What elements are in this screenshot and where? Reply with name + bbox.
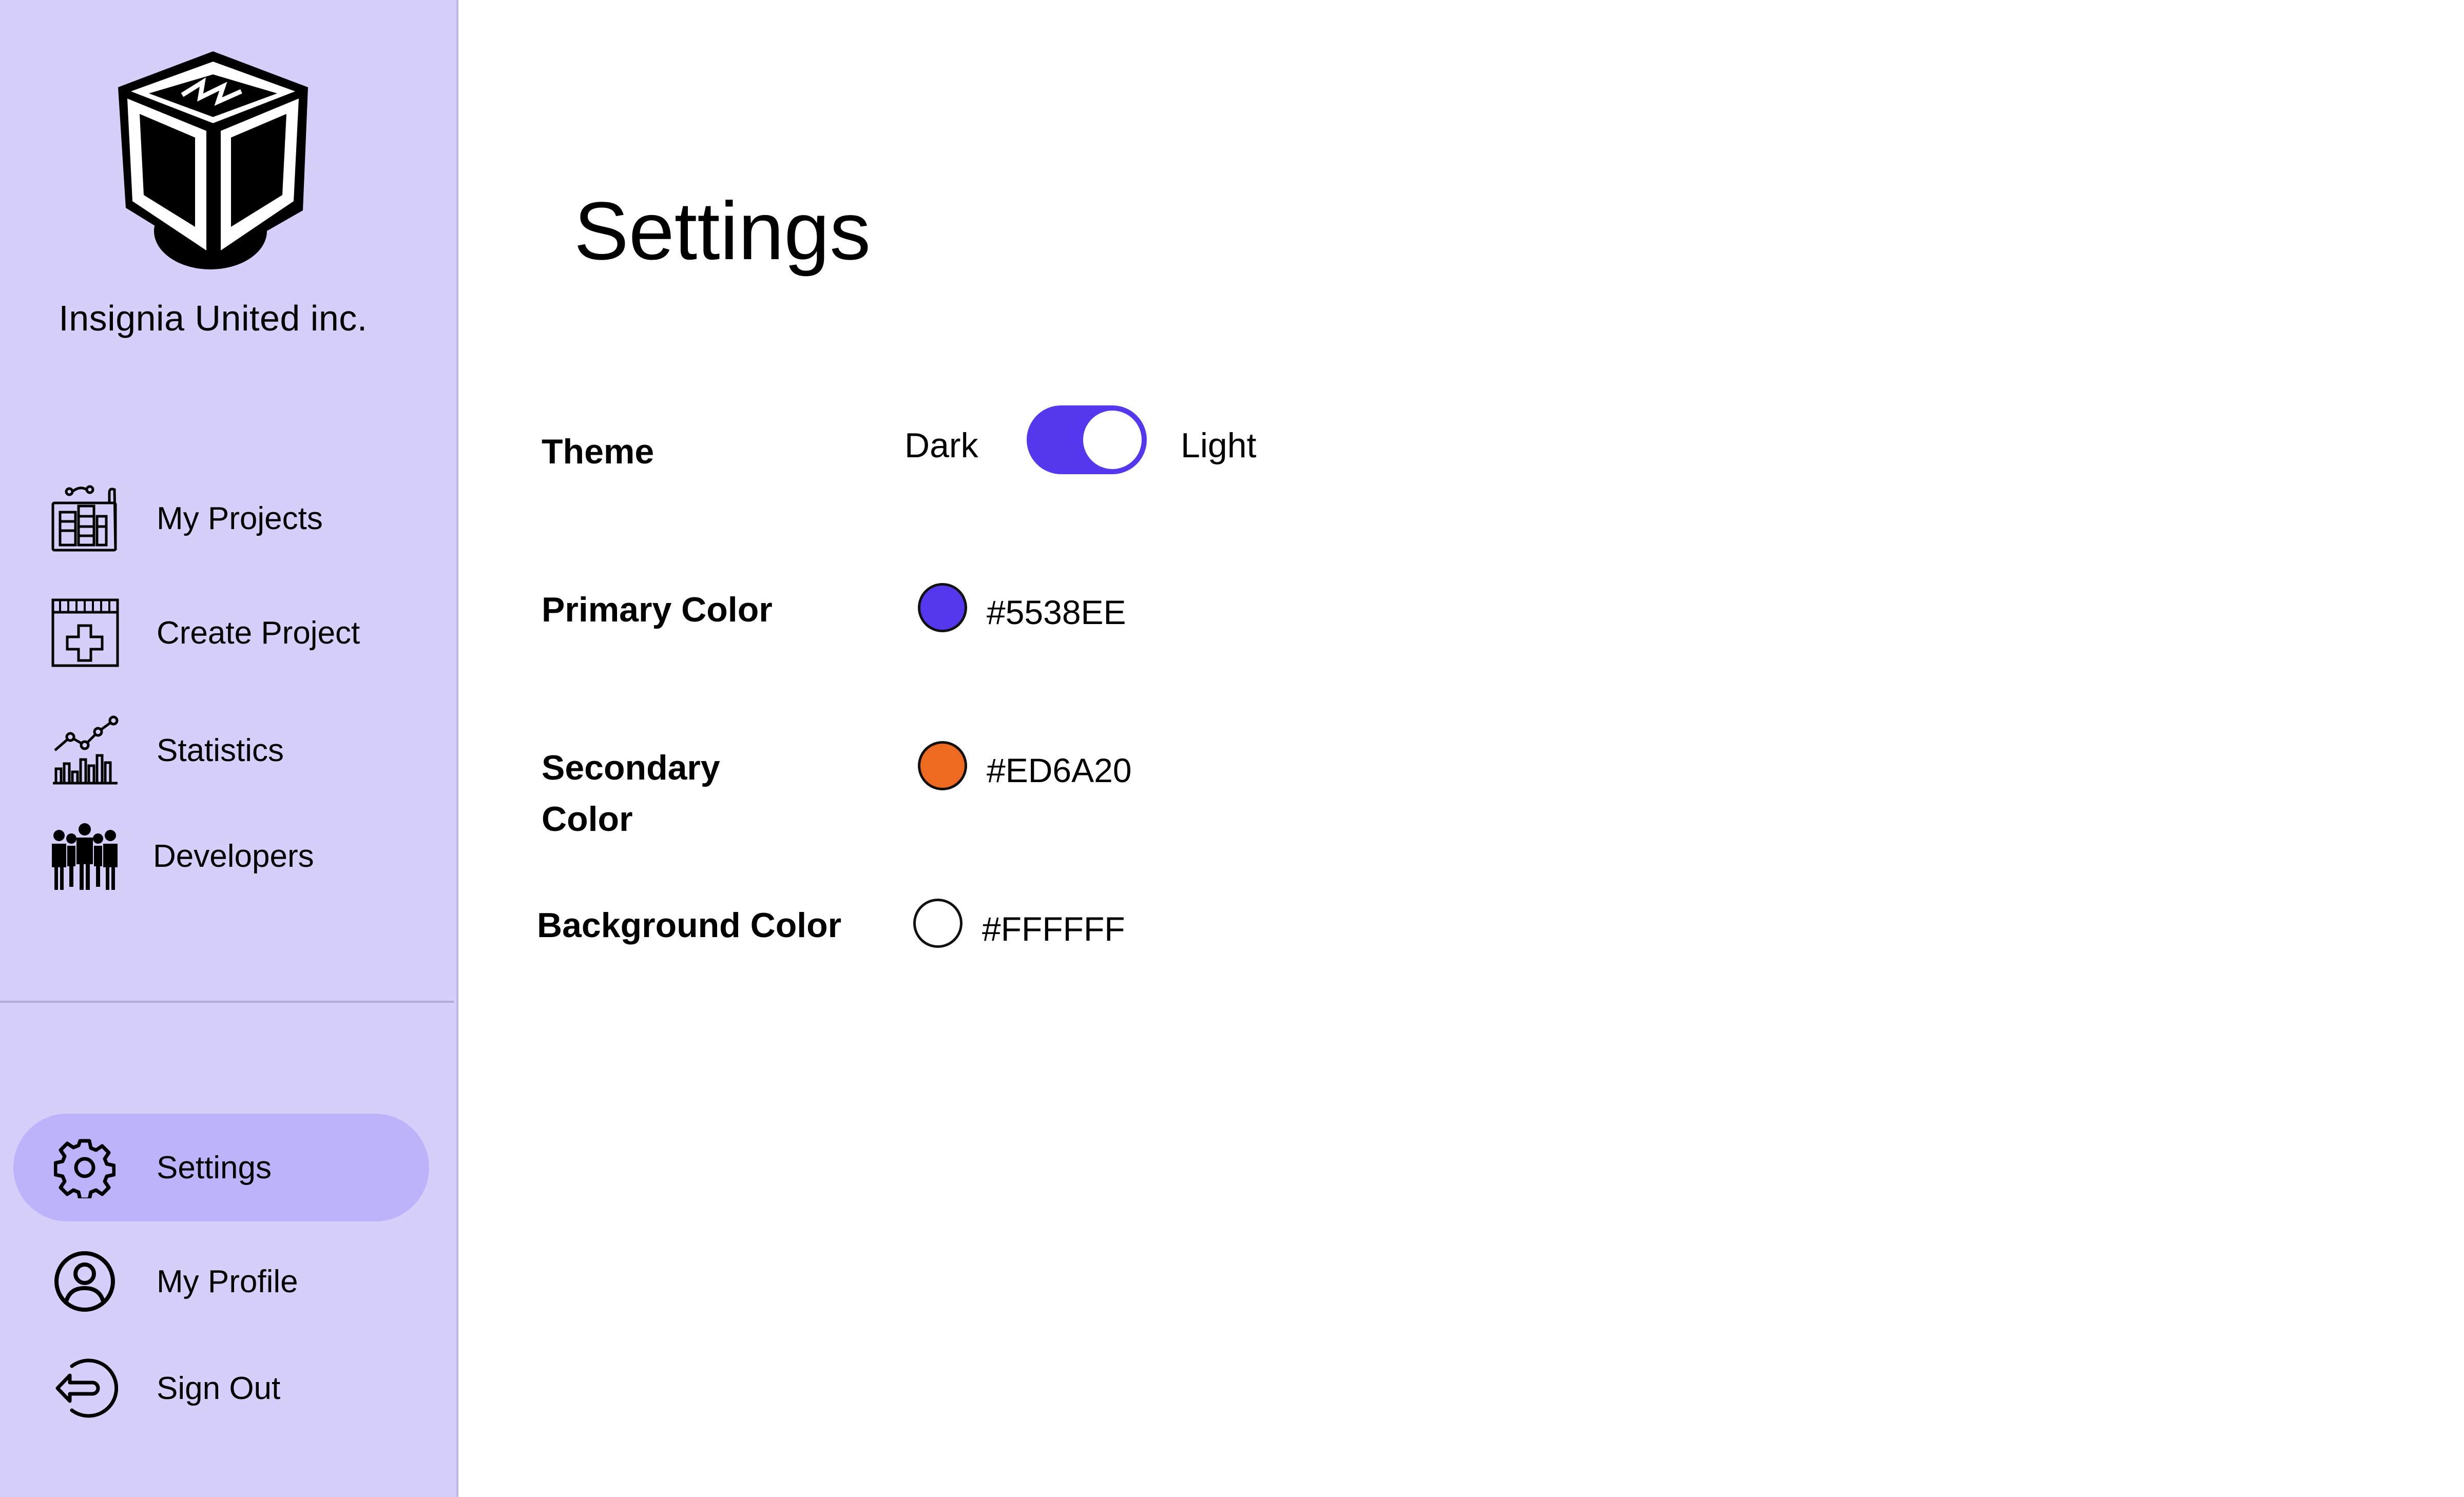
sidebar: Insignia United inc. My Projects Create … [0, 0, 458, 1497]
company-logo [118, 51, 308, 269]
sign-out-icon [46, 1350, 123, 1427]
secondary-color-label-line1: Secondary [542, 748, 720, 787]
primary-color-value: #5538EE [987, 593, 1126, 631]
sidebar-item-my-profile[interactable]: My Profile [46, 1243, 436, 1320]
theme-dark-label: Dark [904, 426, 978, 465]
background-color-label: Background Color [537, 906, 842, 945]
theme-light-label: Light [1181, 426, 1257, 465]
theme-toggle[interactable] [1027, 405, 1147, 474]
sidebar-item-statistics[interactable]: Statistics [46, 712, 436, 789]
sidebar-item-developers[interactable]: Developers [46, 818, 436, 895]
primary-color-swatch[interactable] [918, 583, 967, 632]
company-name: Insignia United inc. [59, 298, 368, 338]
sidebar-item-create-project[interactable]: Create Project [46, 594, 436, 671]
page-title: Settings [574, 185, 871, 277]
sidebar-item-label: My Projects [157, 500, 323, 536]
secondary-color-swatch[interactable] [918, 741, 967, 790]
line-chart-icon [46, 712, 123, 789]
secondary-color-label-line2: Color [542, 800, 633, 839]
sidebar-divider [0, 1001, 454, 1003]
team-people-icon [46, 818, 123, 895]
sidebar-item-label: Sign Out [157, 1370, 281, 1406]
user-circle-icon [46, 1243, 123, 1320]
background-color-value: #FFFFFF [982, 910, 1125, 948]
app-root: Insignia United inc. My Projects Create … [0, 0, 2464, 1497]
sidebar-item-my-projects[interactable]: My Projects [46, 480, 436, 557]
sidebar-item-label: Settings [157, 1150, 272, 1185]
theme-label: Theme [542, 432, 654, 471]
gear-icon [46, 1129, 123, 1206]
calendar-plus-icon [46, 594, 123, 671]
sidebar-item-label: Create Project [157, 615, 360, 651]
sidebar-item-label: My Profile [157, 1263, 298, 1299]
sidebar-item-label: Statistics [157, 732, 284, 768]
toggle-knob [1083, 411, 1142, 469]
sidebar-item-label: Developers [153, 838, 314, 874]
primary-color-label: Primary Color [542, 590, 773, 629]
secondary-color-value: #ED6A20 [987, 751, 1132, 789]
background-color-swatch[interactable] [913, 899, 962, 948]
blueprint-building-icon [46, 480, 123, 557]
secondary-color-label: Secondary Color [542, 742, 720, 845]
sidebar-item-settings[interactable]: Settings [46, 1129, 436, 1206]
sidebar-item-sign-out[interactable]: Sign Out [46, 1350, 436, 1427]
